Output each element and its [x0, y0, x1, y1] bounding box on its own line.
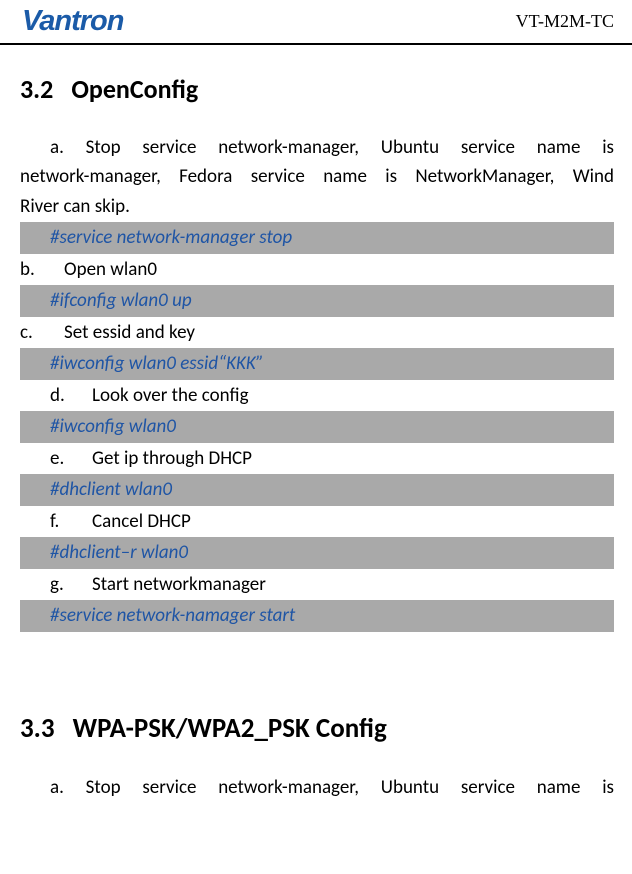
section-3-3-heading: 3.3 WPA-PSK/WPA2_PSK Config	[20, 712, 614, 745]
list-item: b.Open wlan0	[20, 255, 614, 284]
list-item: d.Look over the config	[20, 381, 614, 410]
item-marker: c.	[20, 318, 64, 347]
item-marker: a.	[50, 133, 64, 162]
item-marker: e.	[50, 444, 92, 473]
command-block: #iwconfig wlan0 essid“KKK”	[20, 348, 614, 380]
item-marker: a.	[50, 773, 64, 802]
command-block: #service network-manager stop	[20, 222, 614, 254]
item-text: Cancel DHCP	[92, 510, 191, 533]
command-block: #dhclient wlan0	[20, 474, 614, 506]
logo: Vantron	[22, 5, 123, 38]
item-text: Start networkmanager	[92, 573, 266, 596]
section-number: 3.3	[20, 712, 55, 745]
list-item: e.Get ip through DHCP	[20, 444, 614, 473]
list-item: a. Stop service network-manager, Ubuntu …	[20, 133, 614, 162]
item-text: Open wlan0	[64, 258, 157, 281]
item-marker: g.	[50, 570, 92, 599]
item-marker: f.	[50, 507, 92, 536]
item-text: Look over the config	[92, 384, 249, 407]
section-title: WPA-PSK/WPA2_PSK Config	[73, 712, 387, 745]
item-text: Set essid and key	[64, 321, 195, 344]
command-block: #service network-namager start	[20, 600, 614, 632]
page-header: Vantron VT-M2M-TC	[0, 0, 632, 45]
list-item-cont: network-manager, Fedora service name is …	[20, 162, 614, 191]
list-item: a. Stop service network-manager, Ubuntu …	[20, 773, 614, 802]
command-block: #ifconfig wlan0 up	[20, 285, 614, 317]
section-number: 3.2	[20, 73, 53, 105]
list-item: c.Set essid and key	[20, 318, 614, 347]
item-marker: d.	[50, 381, 92, 410]
list-item: g.Start networkmanager	[20, 570, 614, 599]
section-title: OpenConfig	[71, 73, 198, 105]
command-block: #dhclient–r wlan0	[20, 537, 614, 569]
list-item: f.Cancel DHCP	[20, 507, 614, 536]
item-marker: b.	[20, 255, 64, 284]
section-3-2-heading: 3.2 OpenConfig	[20, 73, 614, 105]
content-area: 3.2 OpenConfig a. Stop service network-ma…	[0, 73, 632, 802]
list-item-cont: River can skip.	[20, 192, 614, 221]
command-block: #iwconfig wlan0	[20, 411, 614, 443]
item-text: Get ip through DHCP	[92, 447, 252, 470]
document-id: VT-M2M-TC	[516, 11, 614, 32]
